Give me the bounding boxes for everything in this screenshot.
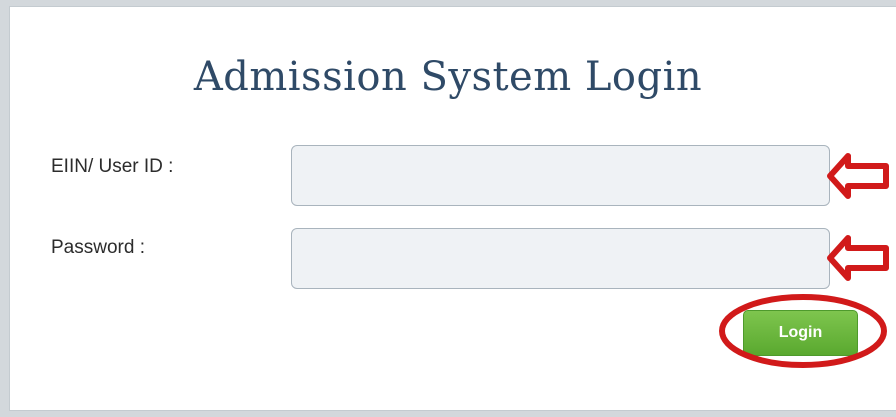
password-label: Password : [51, 237, 145, 258]
user-id-label: EIIN/ User ID : [51, 156, 174, 177]
page-title: Admission System Login [193, 54, 703, 100]
user-id-input[interactable] [291, 145, 830, 206]
password-input[interactable] [291, 228, 830, 289]
login-button[interactable]: Login [743, 310, 858, 356]
